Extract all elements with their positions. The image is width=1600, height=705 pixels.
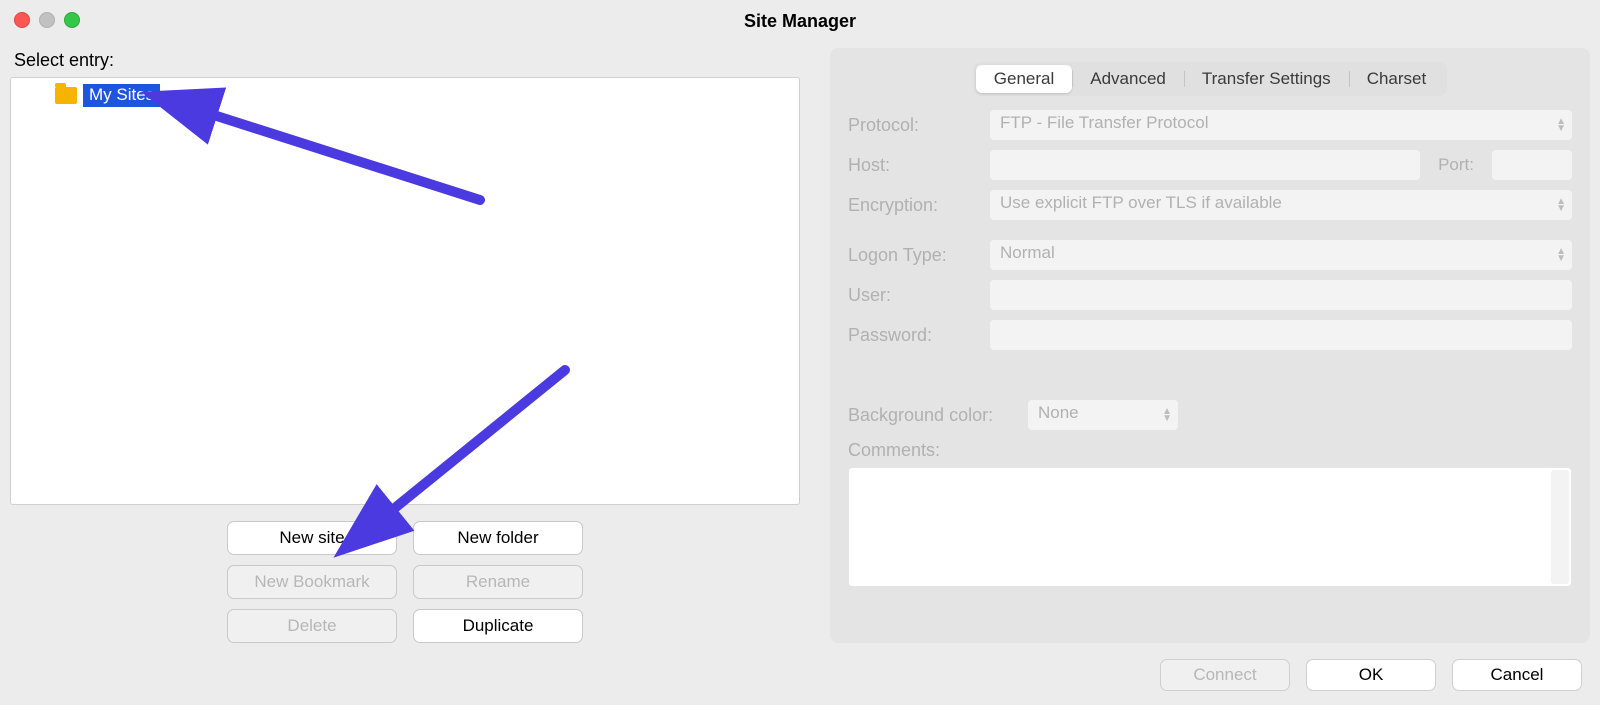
- chevron-updown-icon: ▲▼: [1556, 248, 1566, 262]
- host-label: Host:: [848, 155, 980, 176]
- tab-bar: General Advanced Transfer Settings Chars…: [973, 62, 1447, 96]
- connect-button: Connect: [1160, 659, 1290, 691]
- right-pane: General Advanced Transfer Settings Chars…: [830, 48, 1590, 643]
- logon-type-select[interactable]: Normal ▲▼: [990, 240, 1572, 270]
- chevron-updown-icon: ▲▼: [1556, 118, 1566, 132]
- bgcolor-label: Background color:: [848, 405, 1018, 426]
- entry-buttons: New site New folder New Bookmark Rename …: [10, 521, 800, 643]
- ok-button[interactable]: OK: [1306, 659, 1436, 691]
- user-label: User:: [848, 285, 980, 306]
- maximize-window-button[interactable]: [64, 12, 80, 28]
- comments-label: Comments:: [848, 440, 1572, 461]
- password-input[interactable]: [990, 320, 1572, 350]
- port-label: Port:: [1430, 155, 1482, 175]
- tree-root-folder[interactable]: My Sites: [55, 84, 160, 107]
- left-pane: Select entry: My Sites New site New fold…: [10, 48, 800, 643]
- minimize-window-button[interactable]: [39, 12, 55, 28]
- chevron-updown-icon: ▲▼: [1162, 408, 1172, 422]
- cancel-button[interactable]: Cancel: [1452, 659, 1582, 691]
- close-window-button[interactable]: [14, 12, 30, 28]
- encryption-value: Use explicit FTP over TLS if available: [1000, 193, 1282, 212]
- tab-charset[interactable]: Charset: [1349, 65, 1445, 93]
- rename-button: Rename: [413, 565, 583, 599]
- bgcolor-value: None: [1038, 403, 1079, 422]
- new-site-button[interactable]: New site: [227, 521, 397, 555]
- port-input[interactable]: [1492, 150, 1572, 180]
- duplicate-button[interactable]: Duplicate: [413, 609, 583, 643]
- chevron-updown-icon: ▲▼: [1556, 198, 1566, 212]
- comments-textarea[interactable]: [848, 467, 1572, 587]
- tree-root-label: My Sites: [83, 84, 160, 107]
- bgcolor-select[interactable]: None ▲▼: [1028, 400, 1178, 430]
- window-title: Site Manager: [0, 0, 1600, 42]
- protocol-value: FTP - File Transfer Protocol: [1000, 113, 1208, 132]
- logon-type-value: Normal: [1000, 243, 1055, 262]
- dialog-footer: Connect OK Cancel: [1160, 659, 1582, 691]
- tab-general[interactable]: General: [976, 65, 1072, 93]
- protocol-label: Protocol:: [848, 115, 980, 136]
- title-bar: Site Manager: [0, 0, 1600, 42]
- new-bookmark-button: New Bookmark: [227, 565, 397, 599]
- folder-icon: [55, 87, 77, 104]
- scrollbar[interactable]: [1551, 470, 1569, 584]
- encryption-label: Encryption:: [848, 195, 980, 216]
- new-folder-button[interactable]: New folder: [413, 521, 583, 555]
- password-label: Password:: [848, 325, 980, 346]
- tab-transfer[interactable]: Transfer Settings: [1184, 65, 1349, 93]
- delete-button: Delete: [227, 609, 397, 643]
- encryption-select[interactable]: Use explicit FTP over TLS if available ▲…: [990, 190, 1572, 220]
- select-entry-label: Select entry:: [14, 50, 800, 71]
- window-controls: [14, 12, 80, 28]
- site-tree[interactable]: My Sites: [10, 77, 800, 505]
- tab-advanced[interactable]: Advanced: [1072, 65, 1184, 93]
- protocol-select[interactable]: FTP - File Transfer Protocol ▲▼: [990, 110, 1572, 140]
- host-input[interactable]: [990, 150, 1420, 180]
- logon-type-label: Logon Type:: [848, 245, 980, 266]
- user-input[interactable]: [990, 280, 1572, 310]
